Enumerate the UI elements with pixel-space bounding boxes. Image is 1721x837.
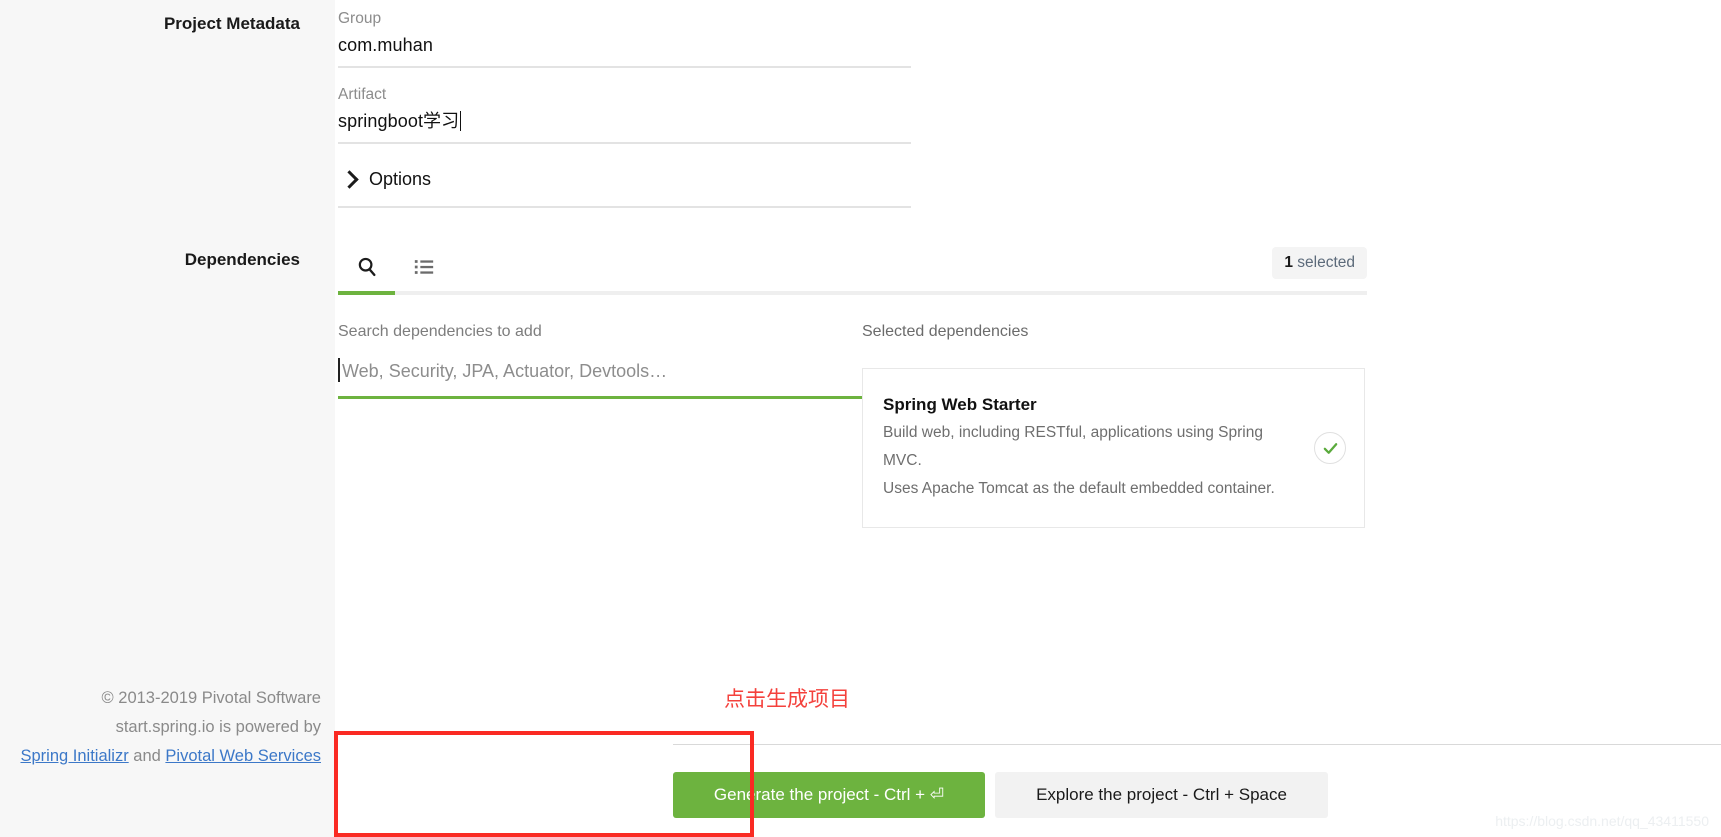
selected-count-badge: 1 selected <box>1272 247 1367 279</box>
generate-project-button[interactable]: Generate the project - Ctrl + ⏎ <box>673 772 985 818</box>
link-pivotal-web-services[interactable]: Pivotal Web Services <box>165 747 321 765</box>
sidebar-footer: © 2013-2019 Pivotal Software start.sprin… <box>0 684 335 771</box>
tab-list[interactable] <box>395 243 452 291</box>
field-group-value[interactable]: com.muhan <box>338 30 911 60</box>
dependency-search-block: Search dependencies to add Web, Security… <box>338 320 898 399</box>
footer-links: Spring Initializr and Pivotal Web Servic… <box>0 742 321 771</box>
field-group-label: Group <box>338 10 382 27</box>
options-toggle[interactable]: Options <box>338 160 911 198</box>
dependency-card[interactable]: Spring Web Starter Build web, including … <box>862 368 1365 528</box>
search-input[interactable]: Web, Security, JPA, Actuator, Devtools… <box>338 356 898 388</box>
explore-project-button[interactable]: Explore the project - Ctrl + Space <box>995 772 1328 818</box>
section-label-project-metadata: Project Metadata <box>163 14 300 33</box>
selected-dependencies-block: Selected dependencies Spring Web Starter… <box>862 320 1365 528</box>
field-artifact-text: springboot学习 <box>338 111 460 131</box>
dependency-desc-line-1: Build web, including RESTful, applicatio… <box>883 424 1263 469</box>
action-buttons: Generate the project - Ctrl + ⏎ Explore … <box>673 772 1328 818</box>
selected-dependencies-caption: Selected dependencies <box>862 323 1029 340</box>
field-artifact-value[interactable]: springboot学习 <box>338 106 911 136</box>
field-artifact-label: Artifact <box>338 86 387 103</box>
field-artifact-underline <box>338 142 911 144</box>
main-content: Group com.muhan Artifact springboot学习 Op… <box>335 0 1721 837</box>
text-caret <box>460 111 462 131</box>
options-section: Options <box>338 160 911 208</box>
search-input-underline <box>338 396 898 399</box>
footer-and-text: and <box>128 747 166 765</box>
search-caret <box>338 358 340 382</box>
section-label-dependencies: Dependencies <box>184 250 300 269</box>
list-icon <box>414 260 433 274</box>
dependencies-tabs <box>338 243 1367 291</box>
field-group: Group com.muhan <box>338 8 911 68</box>
remove-dependency-button[interactable] <box>1314 432 1346 464</box>
search-icon <box>358 257 376 277</box>
search-placeholder: Web, Security, JPA, Actuator, Devtools… <box>342 361 668 381</box>
options-underline <box>338 206 911 208</box>
search-caption: Search dependencies to add <box>338 323 542 340</box>
check-icon <box>1323 442 1337 454</box>
tab-active-indicator <box>338 291 395 295</box>
selected-count-text: selected <box>1292 254 1355 271</box>
watermark: https://blog.csdn.net/qq_43411550 <box>1495 813 1709 829</box>
options-label: Options <box>369 168 432 189</box>
footer-powered-by: start.spring.io is powered by <box>115 718 321 736</box>
sidebar: Project Metadata Dependencies © 2013-201… <box>0 0 335 837</box>
action-bar-divider <box>673 744 1721 745</box>
dependency-desc-line-2: Uses Apache Tomcat as the default embedd… <box>883 480 1275 497</box>
field-group-underline <box>338 66 911 68</box>
link-spring-initializr[interactable]: Spring Initializr <box>20 747 128 765</box>
field-artifact: Artifact springboot学习 <box>338 84 911 144</box>
dependencies-tabs-wrap: 1 selected <box>338 243 1367 295</box>
tabs-underline <box>338 291 1367 295</box>
spring-initializr-page: Project Metadata Dependencies © 2013-201… <box>0 0 1721 837</box>
footer-copyright: © 2013-2019 Pivotal Software <box>101 689 321 707</box>
chevron-right-icon <box>340 169 359 189</box>
annotation-text: 点击生成项目 <box>724 687 850 711</box>
selected-count-number: 1 <box>1284 254 1293 271</box>
tab-search[interactable] <box>338 243 395 291</box>
dependency-title: Spring Web Starter <box>883 395 1037 414</box>
